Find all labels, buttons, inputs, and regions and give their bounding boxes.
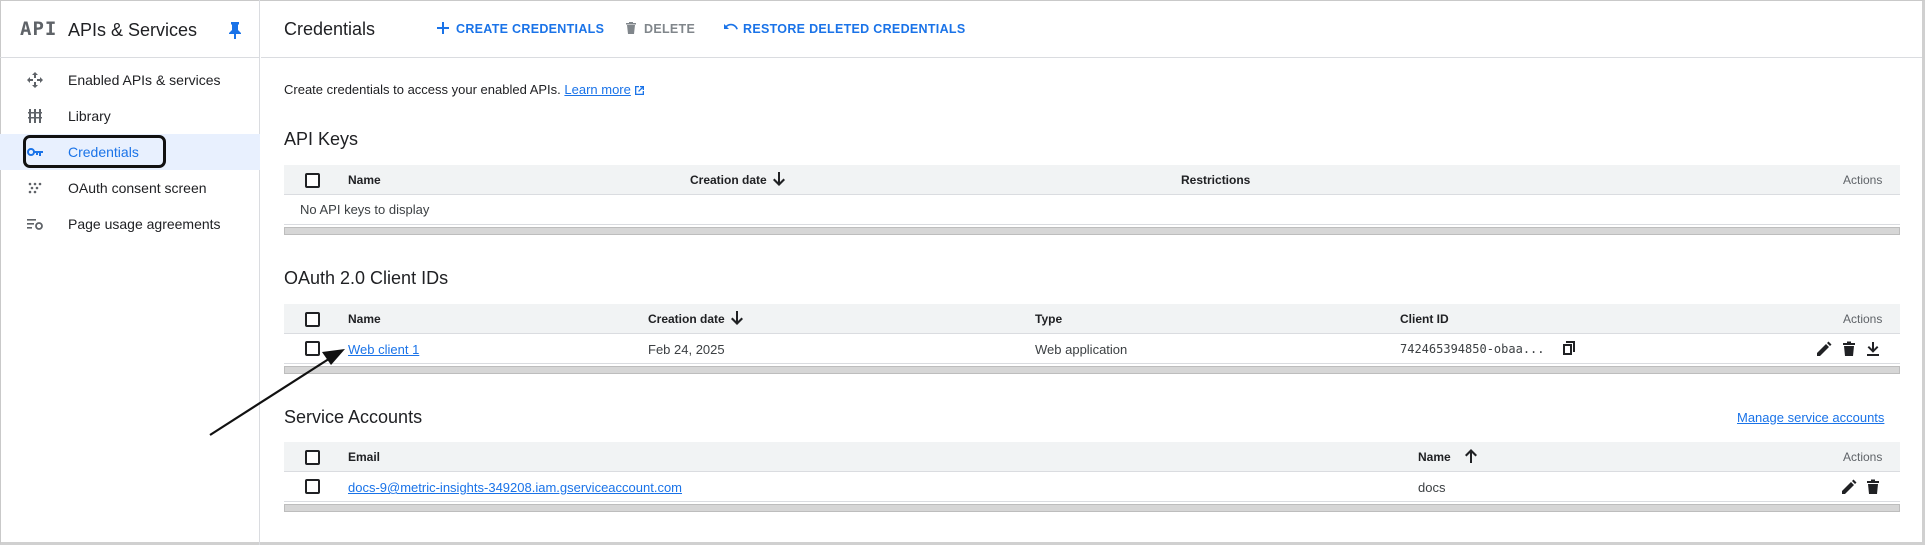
column-label: Name bbox=[1418, 450, 1451, 464]
client-type: Web application bbox=[1035, 342, 1128, 357]
sidebar-item-label: Page usage agreements bbox=[68, 216, 221, 232]
column-label: Creation date bbox=[648, 312, 725, 326]
learn-more-link[interactable]: Learn more bbox=[564, 82, 630, 97]
select-all-checkbox[interactable] bbox=[305, 450, 320, 465]
column-actions: Actions bbox=[1843, 450, 1883, 464]
trash-icon bbox=[626, 22, 636, 34]
annotation-highlight-box bbox=[23, 135, 166, 168]
plus-icon bbox=[437, 22, 449, 34]
column-restrictions: Restrictions bbox=[1181, 173, 1251, 187]
service-accounts-title: Service Accounts bbox=[284, 407, 423, 427]
undo-icon bbox=[724, 23, 738, 30]
column-type: Type bbox=[1035, 312, 1063, 326]
action-bar: Credentials CREATE CREDENTIALS DELETE RE… bbox=[261, 0, 1922, 58]
column-client-id: Client ID bbox=[1400, 312, 1449, 326]
pin-icon[interactable] bbox=[228, 21, 242, 39]
settings-list-icon bbox=[27, 219, 43, 230]
select-all-checkbox[interactable] bbox=[305, 173, 320, 188]
diamond-arrows-icon bbox=[27, 72, 43, 88]
table-header: Email Name Actions bbox=[284, 442, 1900, 472]
arrow-down-icon bbox=[731, 311, 743, 325]
service-account-name: docs bbox=[1418, 480, 1446, 495]
copy-icon[interactable] bbox=[1560, 339, 1578, 357]
column-name[interactable]: Name bbox=[348, 173, 381, 187]
intro-sentence: Create credentials to access your enable… bbox=[284, 82, 561, 97]
oauth-client-ids-title: OAuth 2.0 Client IDs bbox=[284, 268, 449, 288]
edit-icon[interactable] bbox=[1840, 478, 1858, 496]
empty-message: No API keys to display bbox=[300, 202, 430, 217]
client-id: 742465394850-obaa... bbox=[1400, 342, 1545, 356]
arrow-up-icon bbox=[1465, 449, 1477, 463]
column-label: Creation date bbox=[690, 173, 767, 187]
create-credentials-label: CREATE CREDENTIALS bbox=[456, 22, 605, 36]
intro-text: Create credentials to access your enable… bbox=[284, 82, 645, 97]
sidebar-header: API APIs & Services bbox=[0, 0, 260, 58]
column-actions: Actions bbox=[1843, 312, 1883, 326]
column-creation-date[interactable]: Creation date bbox=[690, 172, 785, 187]
column-email[interactable]: Email bbox=[348, 450, 380, 464]
sidebar-item-enabled-apis[interactable]: Enabled APIs & services bbox=[0, 62, 260, 98]
api-keys-title: API Keys bbox=[284, 129, 359, 149]
horizontal-scrollbar[interactable] bbox=[284, 504, 1900, 512]
sidebar-item-oauth-consent[interactable]: OAuth consent screen bbox=[0, 170, 260, 206]
page-title: Credentials bbox=[284, 19, 376, 39]
delete-icon[interactable] bbox=[1840, 340, 1858, 358]
manage-service-accounts-link[interactable]: Manage service accounts bbox=[1737, 410, 1884, 425]
column-creation-date[interactable]: Creation date bbox=[648, 311, 743, 326]
arrow-down-icon bbox=[773, 172, 785, 186]
library-icon bbox=[28, 109, 42, 123]
column-name[interactable]: Name bbox=[348, 312, 381, 326]
restore-label: RESTORE DELETED CREDENTIALS bbox=[743, 22, 966, 36]
sidebar-item-label: Enabled APIs & services bbox=[68, 72, 221, 88]
sidebar: API APIs & Services Enabled APIs & servi… bbox=[0, 0, 260, 545]
download-icon[interactable] bbox=[1864, 340, 1882, 358]
row-checkbox[interactable] bbox=[305, 341, 320, 356]
creation-date: Feb 24, 2025 bbox=[648, 342, 725, 357]
empty-row: No API keys to display bbox=[284, 195, 1900, 225]
horizontal-scrollbar[interactable] bbox=[284, 227, 1900, 235]
table-header: Name Creation date Type Client ID Action… bbox=[284, 304, 1900, 334]
sidebar-item-library[interactable]: Library bbox=[0, 98, 260, 134]
sidebar-item-page-usage[interactable]: Page usage agreements bbox=[0, 206, 260, 242]
external-link-icon[interactable] bbox=[634, 85, 645, 96]
row-checkbox[interactable] bbox=[305, 479, 320, 494]
sidebar-item-label: OAuth consent screen bbox=[68, 180, 207, 196]
edit-icon[interactable] bbox=[1815, 340, 1833, 358]
client-name-link[interactable]: Web client 1 bbox=[348, 342, 419, 357]
service-account-email-link[interactable]: docs-9@metric-insights-349208.iam.gservi… bbox=[348, 480, 682, 495]
sidebar-item-label: Library bbox=[68, 108, 111, 124]
api-logo: API bbox=[20, 18, 58, 40]
table-row: Web client 1 Feb 24, 2025 Web applicatio… bbox=[284, 334, 1900, 364]
delete-icon[interactable] bbox=[1864, 478, 1882, 496]
table-row: docs-9@metric-insights-349208.iam.gservi… bbox=[284, 472, 1900, 502]
select-all-checkbox[interactable] bbox=[305, 312, 320, 327]
dots-grid-icon bbox=[28, 182, 42, 194]
horizontal-scrollbar[interactable] bbox=[284, 366, 1900, 374]
sidebar-title: APIs & Services bbox=[68, 20, 198, 40]
column-name[interactable]: Name bbox=[1418, 449, 1477, 464]
column-actions: Actions bbox=[1843, 173, 1883, 187]
table-header: Name Creation date Restrictions Actions bbox=[284, 165, 1900, 195]
delete-label: DELETE bbox=[644, 22, 696, 36]
